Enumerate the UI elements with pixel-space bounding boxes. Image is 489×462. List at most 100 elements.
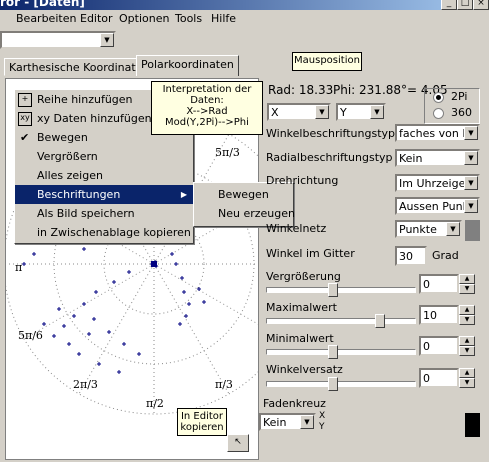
zoom-down-button[interactable]: ▼ — [459, 284, 475, 294]
submenu-item-regenerate[interactable]: Neu erzeugen — [194, 204, 295, 223]
menu-optionen[interactable]: Optionen — [119, 12, 169, 25]
select-value: Kein — [399, 152, 423, 165]
origin-cluster-mark — [151, 261, 157, 267]
zoom-spin-input[interactable]: 0 — [419, 274, 459, 294]
input-value: 10 — [423, 309, 437, 322]
max-value-spin-input[interactable]: 10 — [419, 305, 459, 325]
polar-grid-spoke — [23, 263, 155, 340]
angle-offset-label: Winkelversatz — [266, 363, 343, 376]
y-interpretation-select[interactable]: Y ▼ — [336, 103, 386, 121]
input-value: 0 — [423, 372, 430, 385]
zoom-slider[interactable] — [266, 287, 416, 293]
menu-editor[interactable]: Editor — [80, 12, 113, 25]
window-title: ror - [Daten] — [0, 0, 85, 9]
crosshair-y-label: Y — [319, 422, 325, 432]
max-value-down-button[interactable]: ▼ — [459, 315, 475, 325]
chevron-down-icon: ▼ — [464, 176, 478, 190]
chevron-down-icon: ▼ — [370, 105, 384, 119]
title-bar: ror - [Daten] _ □ × — [0, 0, 489, 10]
menu-tools[interactable]: Tools — [175, 12, 202, 25]
label-position-select[interactable]: Aussen Punk ▼ — [395, 197, 480, 215]
angle-grid-label: Winkelnetz — [266, 222, 327, 235]
angle-offset-slider[interactable] — [266, 381, 416, 387]
tab-cartesian[interactable]: Karthesische Koordinaten — [4, 58, 155, 76]
tooltip-line: In Editor — [180, 411, 224, 422]
crosshair-select[interactable]: Kein ▼ — [259, 413, 316, 431]
xy-data-icon: xy — [18, 112, 32, 126]
angle-offset-spin-input[interactable]: 0 — [419, 368, 459, 388]
rotation-direction-label: Drehrichtung — [266, 174, 339, 187]
copy-to-editor-tooltip: In Editor kopieren — [177, 408, 227, 436]
checkmark-icon: ✔ — [20, 131, 30, 144]
angle-label-pi2: π/2 — [146, 397, 164, 410]
menu-bearbeiten[interactable]: Bearbeiten — [16, 12, 76, 25]
angle-label-pi: π — [15, 261, 23, 274]
min-value-slider-thumb[interactable] — [328, 345, 338, 359]
max-value-up-button[interactable]: ▲ — [459, 305, 475, 315]
max-value-slider-thumb[interactable] — [375, 314, 385, 328]
minimize-button[interactable]: _ — [441, 0, 457, 10]
chevron-down-icon: ▼ — [464, 199, 478, 213]
polar-grid-spoke — [78, 263, 155, 395]
crosshair-color-swatch[interactable] — [465, 413, 480, 437]
select-value: X — [271, 106, 279, 119]
menu-item-zoom[interactable]: Vergrößern — [15, 147, 193, 166]
max-value-slider[interactable] — [266, 318, 416, 324]
tab-polar[interactable]: Polarkoordinaten — [136, 55, 239, 76]
radio-2pi[interactable] — [433, 92, 444, 103]
min-value-up-button[interactable]: ▲ — [459, 336, 475, 346]
menu-item-label: Beschriftungen — [37, 188, 121, 201]
tooltip-line: X-->Rad — [186, 106, 228, 117]
menu-hilfe[interactable]: Hilfe — [211, 12, 236, 25]
x-interpretation-select[interactable]: X ▼ — [267, 103, 331, 121]
menu-item-save-image[interactable]: Als Bild speichern — [15, 204, 193, 223]
zoom-up-button[interactable]: ▲ — [459, 274, 475, 284]
grid-angle-input[interactable]: 30 — [395, 246, 427, 266]
copy-to-editor-button[interactable]: ↖ — [227, 434, 249, 452]
select-value: Kein — [263, 416, 287, 429]
tooltip-line: kopieren — [180, 422, 224, 433]
radio-360-label: 360 — [451, 106, 472, 119]
angle-offset-up-button[interactable]: ▲ — [459, 368, 475, 378]
angle-unit-group: 2Pi 360 — [424, 88, 480, 124]
max-value-label: Maximalwert — [266, 301, 337, 314]
select-value: faches von P — [399, 127, 469, 140]
chevron-down-icon: ▼ — [464, 126, 478, 140]
tooltip-line: Mod(Y,2Pi)-->Phi — [165, 117, 249, 128]
add-series-icon: + — [18, 93, 32, 107]
zoom-slider-thumb[interactable] — [328, 283, 338, 297]
angle-label-5pi6: 5π/6 — [18, 329, 43, 342]
min-value-slider[interactable] — [266, 349, 416, 355]
angle-offset-slider-thumb[interactable] — [328, 377, 338, 391]
radial-label-type-select[interactable]: Kein ▼ — [395, 149, 480, 167]
submenu-item-move[interactable]: Bewegen — [194, 185, 293, 204]
input-value: 0 — [423, 278, 430, 291]
angle-label-type-label: Winkelbeschriftungstyp — [266, 127, 395, 140]
menu-item-copy-clipboard[interactable]: in Zwischenablage kopieren — [15, 223, 193, 242]
menu-item-labels[interactable]: Beschriftungen ▶ — [15, 185, 193, 204]
min-value-label: Minimalwert — [266, 332, 334, 345]
grid-angle-unit: Grad — [432, 249, 459, 262]
crosshair-x-label: X — [319, 411, 326, 421]
tooltip-line: Interpretation der — [162, 84, 252, 95]
interpretation-tooltip: Interpretation der Daten: X-->Rad Mod(Y,… — [151, 81, 263, 135]
menu-item-show-all[interactable]: Alles zeigen — [15, 166, 193, 185]
rotation-direction-select[interactable]: Im Uhrzeigers ▼ — [395, 174, 480, 192]
angle-label-type-select[interactable]: faches von P ▼ — [395, 124, 480, 142]
angle-offset-down-button[interactable]: ▼ — [459, 378, 475, 388]
input-value: 30 — [399, 250, 413, 263]
radio-360[interactable] — [433, 108, 444, 119]
radial-label-type-label: Radialbeschriftungstyp — [266, 151, 393, 164]
maximize-button[interactable]: □ — [457, 0, 473, 10]
angle-grid-select[interactable]: Punkte ▼ — [395, 220, 462, 238]
angle-label-5pi3: 5π/3 — [215, 146, 240, 159]
crosshair-label: Fadenkreuz — [263, 397, 326, 410]
min-value-down-button[interactable]: ▼ — [459, 346, 475, 356]
color-swatch[interactable] — [465, 220, 480, 241]
chevron-down-icon: ▼ — [100, 33, 114, 47]
select-value: Y — [340, 106, 347, 119]
close-button[interactable]: × — [473, 0, 489, 10]
min-value-spin-input[interactable]: 0 — [419, 336, 459, 356]
input-value: 0 — [423, 340, 430, 353]
series-select[interactable]: ▼ — [0, 31, 116, 49]
